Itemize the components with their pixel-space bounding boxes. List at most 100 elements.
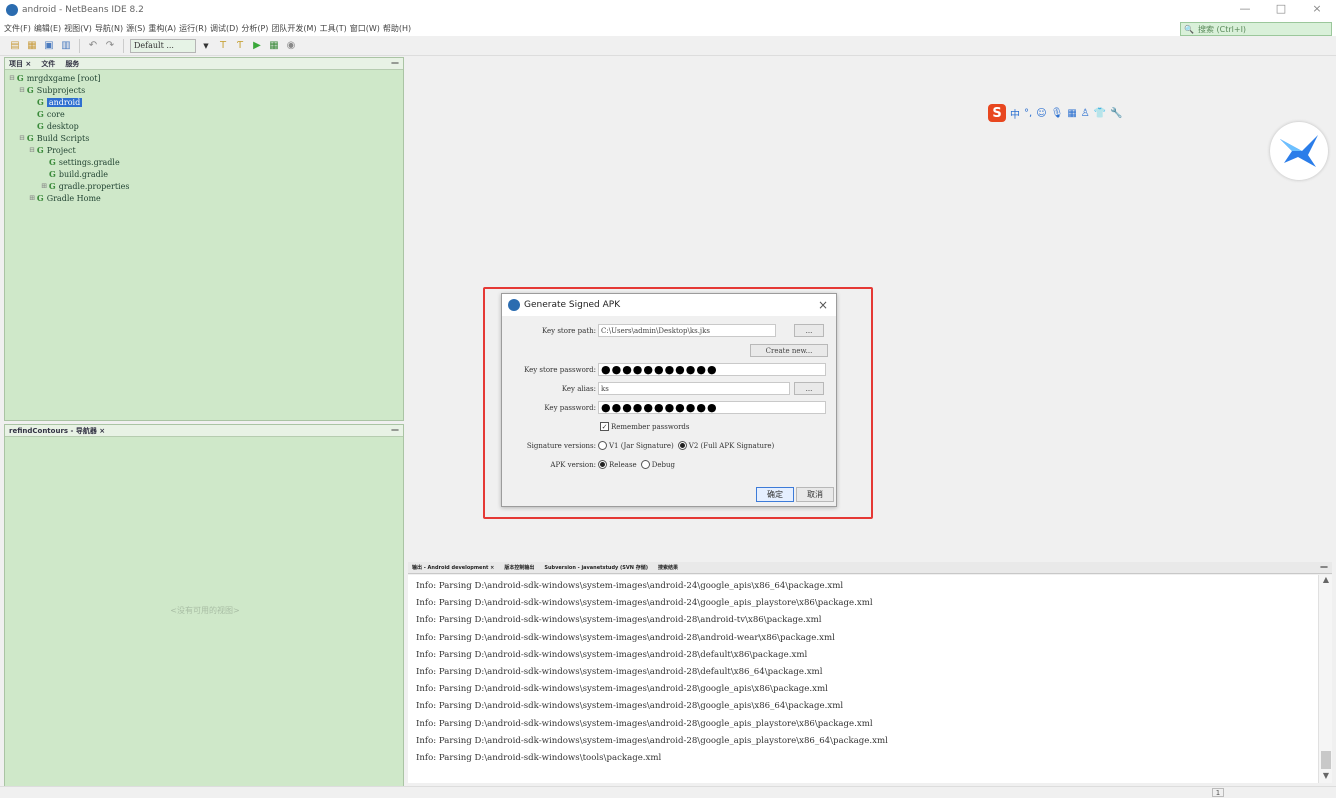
tree-node[interactable]: ⊟ G mrgdxgame [root]	[9, 72, 403, 84]
key-store-password-input[interactable]: ●●●●●●●●●●●	[598, 363, 826, 376]
tab-output-android[interactable]: 输出 - Android development ×	[412, 564, 494, 571]
key-alias-input[interactable]: ks	[598, 382, 790, 395]
maximize-button[interactable]: □	[1270, 2, 1292, 15]
collapse-icon[interactable]: ⊟	[19, 86, 25, 94]
tree-node[interactable]: ⊞ G gradle.properties	[9, 180, 403, 192]
menu-team[interactable]: 团队开发(M)	[271, 23, 316, 34]
minimize-button[interactable]: —	[1234, 2, 1256, 15]
debug-radio[interactable]	[640, 460, 650, 469]
tab-search-results[interactable]: 搜索结果	[658, 564, 678, 571]
release-option[interactable]: Release	[598, 460, 637, 469]
tab-projects[interactable]: 项目 ×	[9, 59, 31, 69]
skin-icon[interactable]: 👕	[1094, 108, 1106, 119]
collapse-icon[interactable]: ⊟	[19, 134, 25, 142]
search-input[interactable]: 🔍 搜索 (Ctrl+I)	[1180, 22, 1332, 36]
tree-node[interactable]: ⊟ G Build Scripts	[9, 132, 403, 144]
open-project-icon[interactable]: ▣	[42, 39, 56, 53]
bird-assistant-icon[interactable]	[1270, 122, 1328, 180]
gradle-file-icon: G	[49, 169, 56, 179]
sig-v2-radio[interactable]	[677, 441, 687, 450]
navigator-empty-text: <没有可用的视图>	[170, 606, 240, 615]
output-scrollbar[interactable]: ▲ ▼	[1318, 575, 1332, 783]
menu-edit[interactable]: 编辑(E)	[34, 23, 61, 34]
panel-minimize-button[interactable]: —	[1320, 562, 1328, 571]
expand-icon[interactable]: ⊞	[29, 194, 35, 202]
build-icon[interactable]: T	[216, 39, 230, 53]
tab-files[interactable]: 文件	[41, 59, 55, 69]
tree-node[interactable]: G settings.gradle	[9, 156, 403, 168]
wrench-icon[interactable]: 🔧	[1110, 108, 1122, 119]
expand-icon[interactable]: ⊞	[41, 182, 47, 190]
tree-node[interactable]: ⊟ G Project	[9, 144, 403, 156]
menu-run[interactable]: 运行(R)	[179, 23, 207, 34]
user-icon[interactable]: ♙	[1081, 108, 1090, 119]
browse-alias-button[interactable]: ...	[794, 382, 824, 395]
menu-refactor[interactable]: 重构(A)	[148, 23, 176, 34]
tab-services[interactable]: 服务	[65, 59, 79, 69]
emoji-icon[interactable]: ☺	[1036, 108, 1046, 119]
ok-button[interactable]: 确定	[756, 487, 794, 502]
tree-node-label-selected: android	[46, 97, 83, 107]
create-new-button[interactable]: Create new...	[750, 344, 828, 357]
sig-v1-option[interactable]: V1 (Jar Signature)	[598, 441, 674, 450]
browse-keystore-button[interactable]: ...	[794, 324, 824, 337]
sig-v1-radio[interactable]	[598, 441, 607, 450]
key-password-input[interactable]: ●●●●●●●●●●●	[598, 401, 826, 414]
scrollbar-thumb[interactable]	[1321, 751, 1331, 769]
run-icon[interactable]: ▶	[250, 39, 264, 53]
redo-icon[interactable]: ↷	[103, 39, 117, 53]
status-indicator[interactable]: 1	[1212, 788, 1224, 797]
output-console[interactable]: Info: Parsing D:\android-sdk-windows\sys…	[408, 575, 1318, 783]
scroll-down-icon[interactable]: ▼	[1319, 771, 1333, 783]
tree-node[interactable]: ⊞ G Gradle Home	[9, 192, 403, 204]
sogou-logo-icon[interactable]: S	[988, 104, 1006, 122]
profile-icon[interactable]: ◉	[284, 39, 298, 53]
tree-node[interactable]: G build.gradle	[9, 168, 403, 180]
remember-passwords-checkbox[interactable]: ✓	[600, 422, 609, 431]
menu-file[interactable]: 文件(F)	[4, 23, 31, 34]
tab-versioning-output[interactable]: 版本控制输出	[504, 564, 534, 571]
output-line: Info: Parsing D:\android-sdk-windows\sys…	[416, 718, 873, 729]
save-all-icon[interactable]: ▥	[59, 39, 73, 53]
tree-node[interactable]: G android	[9, 96, 403, 108]
release-radio[interactable]	[598, 460, 607, 469]
close-button[interactable]: ×	[1306, 2, 1328, 15]
menu-help[interactable]: 帮助(H)	[383, 23, 411, 34]
menu-debug[interactable]: 调试(D)	[210, 23, 238, 34]
microphone-icon[interactable]: 🎙	[1051, 108, 1064, 119]
collapse-icon[interactable]: ⊟	[9, 74, 15, 82]
menu-source[interactable]: 源(S)	[126, 23, 145, 34]
new-project-icon[interactable]: ▦	[25, 39, 39, 53]
scroll-up-icon[interactable]: ▲	[1319, 575, 1333, 587]
menu-tools[interactable]: 工具(T)	[320, 23, 347, 34]
configuration-select[interactable]: Default ...	[130, 38, 196, 53]
clean-build-icon[interactable]: Ƭ	[233, 39, 247, 53]
debug-icon[interactable]: ▦	[267, 39, 281, 53]
tab-subversion[interactable]: Subversion - javanetstudy (SVN 存储)	[544, 564, 648, 571]
menu-view[interactable]: 视图(V)	[64, 23, 92, 34]
dialog-close-button[interactable]: ×	[818, 298, 828, 312]
collapse-icon[interactable]: ⊟	[29, 146, 35, 154]
menu-profile[interactable]: 分析(P)	[241, 23, 268, 34]
menu-navigate[interactable]: 导航(N)	[95, 23, 123, 34]
tree-node[interactable]: G desktop	[9, 120, 403, 132]
panel-minimize-button[interactable]: —	[391, 58, 399, 67]
config-dropdown-icon[interactable]: ▼	[199, 39, 213, 53]
folder-icon: G	[36, 145, 44, 155]
punctuation-icon[interactable]: °,	[1024, 108, 1032, 119]
debug-option[interactable]: Debug	[640, 460, 675, 469]
tree-node[interactable]: G core	[9, 108, 403, 120]
new-file-icon[interactable]: ▤	[8, 39, 22, 53]
gradle-project-icon: G	[37, 121, 44, 131]
tree-node[interactable]: ⊟ G Subprojects	[9, 84, 403, 96]
keyboard-icon[interactable]: ▦	[1067, 108, 1076, 119]
panel-minimize-button[interactable]: —	[391, 425, 399, 434]
ime-mode-text[interactable]: 中	[1010, 106, 1020, 121]
cancel-button[interactable]: 取消	[796, 487, 834, 502]
menu-window[interactable]: 窗口(W)	[350, 23, 380, 34]
key-store-password-row: Key store password: ●●●●●●●●●●●	[502, 363, 826, 376]
key-store-path-input[interactable]: C:\Users\admin\Desktop\ks.jks	[598, 324, 776, 337]
undo-icon[interactable]: ↶	[86, 39, 100, 53]
tab-navigator[interactable]: refindContours - 导航器 ×	[9, 426, 105, 436]
sig-v2-option[interactable]: V2 (Full APK Signature)	[677, 441, 774, 450]
